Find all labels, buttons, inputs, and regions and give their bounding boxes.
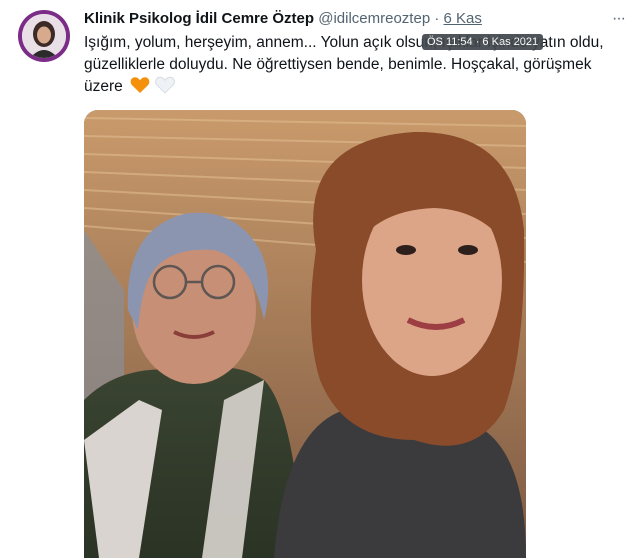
timestamp-tooltip: ÖS 11:54 · 6 Kas 2021 xyxy=(422,34,544,50)
profile-avatar[interactable] xyxy=(18,10,70,62)
author-display-name[interactable]: Klinik Psikolog İdil Cemre Öztep xyxy=(84,10,314,27)
orange-heart-icon xyxy=(130,77,150,93)
avatar-photo xyxy=(22,14,66,58)
author-handle[interactable]: @idilcemreoztep xyxy=(318,10,430,27)
tweet-photo[interactable] xyxy=(84,110,526,558)
tweet-header: Klinik Psikolog İdil Cemre Öztep @idilce… xyxy=(84,10,482,27)
previous-tweet-edge xyxy=(0,0,640,6)
header-separator: · xyxy=(434,10,440,27)
tweet-date-link[interactable]: 6 Kas xyxy=(444,10,482,27)
white-heart-icon xyxy=(155,76,176,94)
more-icon[interactable]: ··· xyxy=(612,10,626,28)
